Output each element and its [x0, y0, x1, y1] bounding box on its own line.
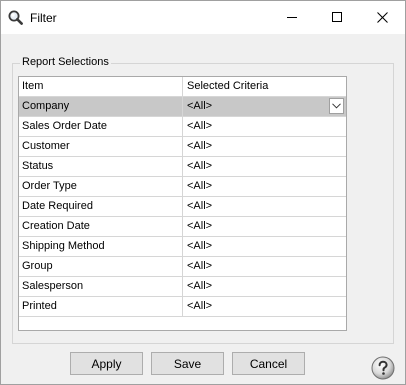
row-item-label: Printed — [19, 297, 183, 316]
table-row[interactable]: Company <All> — [19, 97, 346, 117]
help-icon[interactable] — [371, 356, 395, 380]
close-button[interactable] — [360, 1, 405, 34]
row-item-label: Group — [19, 257, 183, 276]
cancel-button[interactable]: Cancel — [232, 352, 305, 375]
row-criteria-value[interactable]: <All> — [183, 197, 346, 216]
title-bar[interactable]: Filter — [1, 1, 405, 34]
criteria-dropdown-button[interactable] — [329, 98, 344, 114]
save-button[interactable]: Save — [151, 352, 224, 375]
table-row[interactable]: Printed <All> — [19, 297, 346, 317]
filter-dialog: Filter Report Selections Item Selected C… — [0, 0, 406, 385]
column-header-item[interactable]: Item — [19, 77, 183, 96]
table-row[interactable]: Shipping Method <All> — [19, 237, 346, 257]
row-criteria-value[interactable]: <All> — [183, 217, 346, 236]
grid-header-row: Item Selected Criteria — [19, 77, 346, 97]
column-header-criteria[interactable]: Selected Criteria — [183, 77, 346, 96]
table-row[interactable]: Order Type <All> — [19, 177, 346, 197]
row-criteria-value[interactable]: <All> — [183, 277, 346, 296]
table-row[interactable]: Status <All> — [19, 157, 346, 177]
magnifier-icon — [8, 10, 23, 25]
maximize-button[interactable] — [315, 1, 360, 34]
row-item-label: Sales Order Date — [19, 117, 183, 136]
row-criteria-value[interactable]: <All> — [183, 137, 346, 156]
chevron-down-icon — [332, 103, 341, 109]
table-row[interactable]: Salesperson <All> — [19, 277, 346, 297]
minimize-button[interactable] — [270, 1, 315, 34]
row-criteria-value[interactable]: <All> — [183, 257, 346, 276]
row-item-label: Status — [19, 157, 183, 176]
close-icon — [377, 12, 388, 23]
minimize-icon — [287, 17, 297, 18]
table-row[interactable]: Sales Order Date <All> — [19, 117, 346, 137]
table-row[interactable]: Date Required <All> — [19, 197, 346, 217]
table-row[interactable]: Creation Date <All> — [19, 217, 346, 237]
row-criteria-value[interactable]: <All> — [183, 177, 346, 196]
table-row[interactable]: Customer <All> — [19, 137, 346, 157]
row-criteria-value[interactable]: <All> — [183, 117, 346, 136]
row-criteria-value[interactable]: <All> — [183, 97, 346, 116]
row-criteria-value[interactable]: <All> — [183, 297, 346, 316]
group-legend: Report Selections — [20, 56, 111, 69]
table-row[interactable]: Group <All> — [19, 257, 346, 277]
row-item-label: Order Type — [19, 177, 183, 196]
window-title: Filter — [30, 11, 57, 25]
maximize-icon — [332, 12, 342, 22]
row-criteria-value[interactable]: <All> — [183, 157, 346, 176]
row-item-label: Customer — [19, 137, 183, 156]
row-item-label: Creation Date — [19, 217, 183, 236]
row-item-label: Date Required — [19, 197, 183, 216]
row-item-label: Salesperson — [19, 277, 183, 296]
apply-button[interactable]: Apply — [70, 352, 143, 375]
row-item-label: Shipping Method — [19, 237, 183, 256]
row-criteria-value[interactable]: <All> — [183, 237, 346, 256]
row-item-label: Company — [19, 97, 183, 116]
criteria-grid[interactable]: Item Selected Criteria Company <All> Sal… — [18, 76, 347, 331]
